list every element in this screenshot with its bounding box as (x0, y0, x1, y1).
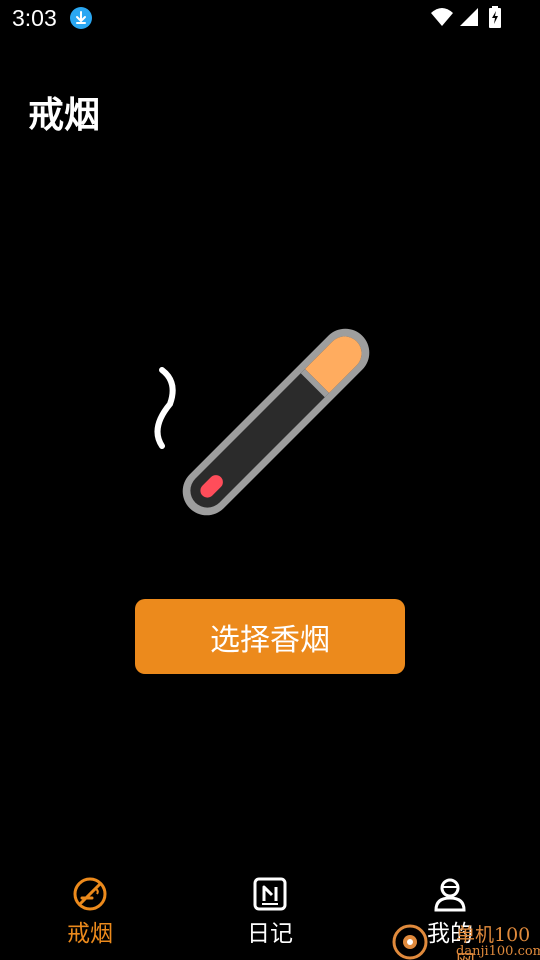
no-smoking-icon (73, 877, 107, 911)
cigarette-illustration (140, 300, 400, 550)
download-icon (70, 7, 92, 29)
cigarette-icon (154, 328, 370, 516)
watermark: 单机100网 danji100.com (390, 914, 540, 960)
page-title: 戒烟 (28, 95, 101, 136)
nav-label: 日记 (247, 921, 293, 947)
diary-icon (253, 877, 287, 911)
smoke-icon (154, 367, 176, 449)
watermark-logo-icon (392, 924, 428, 960)
nav-label: 戒烟 (67, 921, 113, 947)
wifi-icon (431, 8, 453, 26)
cellular-signal-icon (460, 8, 478, 26)
nav-item-quit-smoking[interactable]: 戒烟 (30, 870, 150, 960)
status-time: 3:03 (12, 5, 57, 31)
nav-item-diary[interactable]: 日记 (210, 870, 330, 960)
select-cigarette-button[interactable]: 选择香烟 (135, 599, 405, 674)
status-bar: 3:03 (0, 0, 540, 38)
profile-icon (434, 878, 466, 912)
battery-charging-icon (489, 6, 501, 28)
watermark-url: danji100.com (456, 944, 540, 959)
